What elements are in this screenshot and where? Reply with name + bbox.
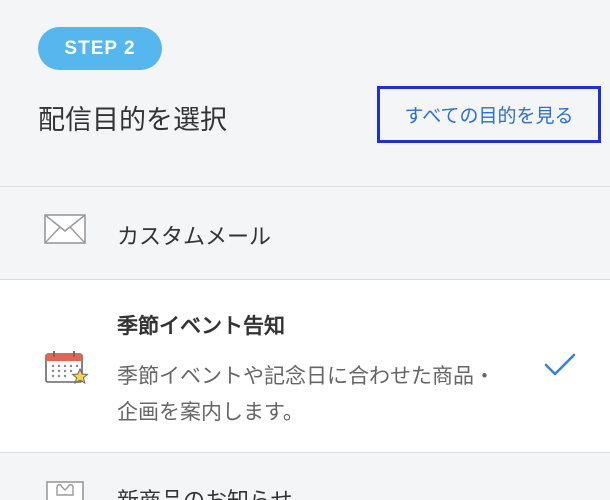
step-badge: STEP 2 (38, 27, 162, 70)
option-seasonal-event[interactable]: 季節イベント告知 季節イベントや記念日に合わせた商品・企画を案内します。 (0, 280, 610, 452)
checkmark-icon (543, 352, 577, 382)
option-description: 季節イベントや記念日に合わせた商品・企画を案内します。 (117, 364, 495, 424)
option-title: 季節イベント告知 (117, 314, 285, 338)
option-custom-mail[interactable]: カスタムメール (0, 187, 610, 279)
section-title: 配信目的を選択 (38, 105, 227, 136)
option-label: 新商品のお知らせ (117, 483, 293, 500)
step-header: STEP 2 配信目的を選択 すべての目的を見る (0, 0, 610, 186)
calendar-star-icon (44, 350, 90, 390)
gift-box-icon (44, 481, 86, 500)
option-label: カスタムメール (117, 225, 272, 250)
see-all-purposes-button[interactable]: すべての目的を見る (377, 86, 601, 143)
envelope-icon (44, 214, 86, 248)
delivery-purpose-page: STEP 2 配信目的を選択 すべての目的を見る カスタムメール 季節イベント告… (0, 0, 610, 500)
option-new-item[interactable]: 新商品のお知らせ (0, 453, 610, 500)
